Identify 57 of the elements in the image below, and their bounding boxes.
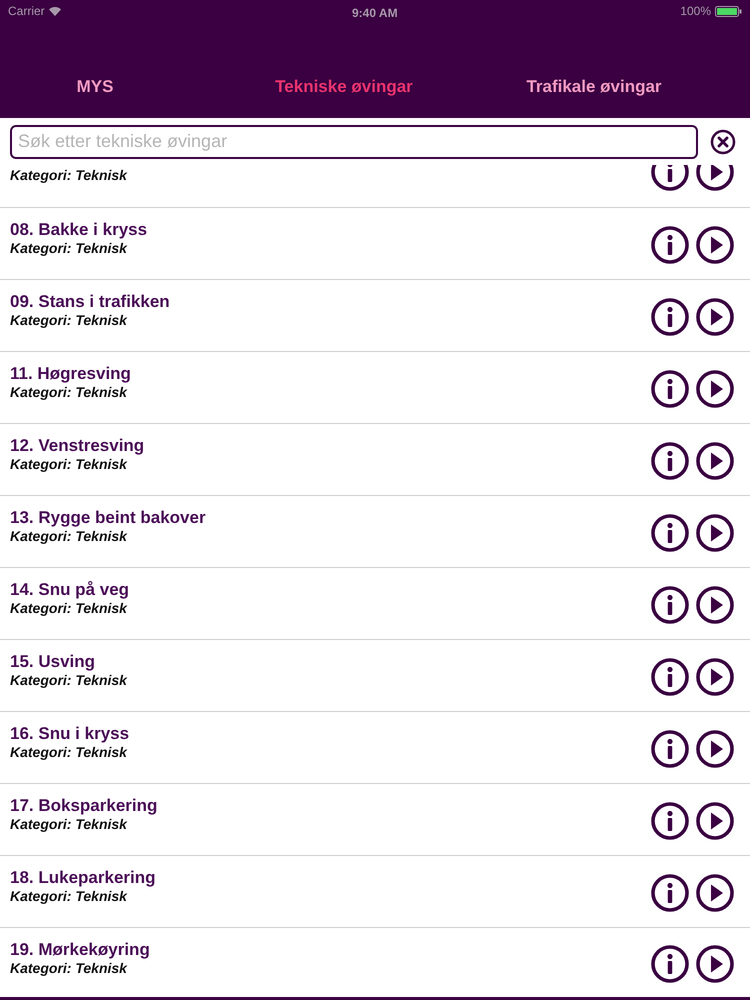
exercise-title: 14. Snu på veg: [10, 579, 130, 600]
category-text: Kategori: Teknisk: [10, 528, 128, 545]
category-text: Kategori: Teknisk: [10, 960, 128, 977]
info-icon[interactable]: [650, 224, 690, 264]
info-icon[interactable]: [650, 165, 690, 192]
category-text: Kategori: Teknisk: [10, 240, 128, 257]
info-icon[interactable]: [650, 368, 690, 408]
play-icon[interactable]: [695, 440, 735, 480]
exercise-title: 08. Bakke i kryss: [10, 219, 148, 240]
tab[interactable]: Tekniske øvingar: [275, 74, 413, 100]
category-text: Kategori: Teknisk: [10, 888, 128, 905]
exercise-title: 16. Snu i kryss: [10, 723, 130, 744]
battery-percent: 100%: [680, 3, 711, 20]
play-icon[interactable]: [695, 296, 735, 336]
category-text: Kategori: Teknisk: [10, 744, 128, 761]
play-icon[interactable]: [695, 584, 735, 624]
category-text: Kategori: Teknisk: [10, 456, 128, 473]
play-icon[interactable]: [695, 368, 735, 408]
battery-icon: [715, 6, 742, 16]
tab[interactable]: Trafikale øvingar: [526, 74, 662, 100]
info-icon[interactable]: [650, 728, 690, 768]
carrier-text: Carrier: [8, 3, 45, 20]
category-text: Kategori: Teknisk: [10, 600, 128, 617]
play-icon[interactable]: [695, 656, 735, 696]
category-text: Kategori: Teknisk: [10, 672, 127, 689]
exercise-title: 13. Rygge beint bakover: [10, 507, 206, 528]
play-icon[interactable]: [695, 728, 735, 768]
category-text: Kategori: Teknisk: [10, 816, 128, 833]
info-icon[interactable]: [650, 440, 690, 480]
info-icon[interactable]: [650, 800, 690, 840]
close-icon[interactable]: [710, 128, 736, 154]
clock-text: 9:40 AM: [352, 5, 398, 22]
category-text: Kategori: Teknisk: [10, 167, 127, 184]
search-field[interactable]: Søk etter tekniske øvingar: [10, 124, 698, 158]
exercise-title: 19. Mørkekøyring: [10, 939, 150, 960]
exercise-title: 15. Usving: [10, 651, 96, 672]
category-text: Kategori: Teknisk: [10, 312, 128, 329]
info-icon[interactable]: [650, 872, 690, 912]
exercise-title: 11. Høgresving: [10, 363, 131, 384]
wifi-icon: [48, 6, 61, 16]
info-icon[interactable]: [650, 944, 690, 984]
info-icon[interactable]: [650, 656, 690, 696]
play-icon[interactable]: [695, 800, 735, 840]
exercise-title: 12. Venstresving: [10, 435, 144, 456]
play-icon[interactable]: [695, 872, 735, 912]
play-icon[interactable]: [695, 944, 735, 984]
category-text: Kategori: Teknisk: [10, 384, 128, 401]
exercise-title: 09. Stans i trafikken: [10, 291, 170, 312]
info-icon[interactable]: [650, 512, 690, 552]
exercise-title: 17. Boksparkering: [10, 795, 158, 816]
play-icon[interactable]: [695, 165, 735, 192]
exercise-title: 18. Lukeparkering: [10, 867, 156, 888]
info-icon[interactable]: [650, 296, 690, 336]
play-icon[interactable]: [695, 512, 735, 552]
info-icon[interactable]: [650, 584, 690, 624]
tab[interactable]: MYS: [76, 74, 114, 100]
play-icon[interactable]: [695, 224, 735, 264]
